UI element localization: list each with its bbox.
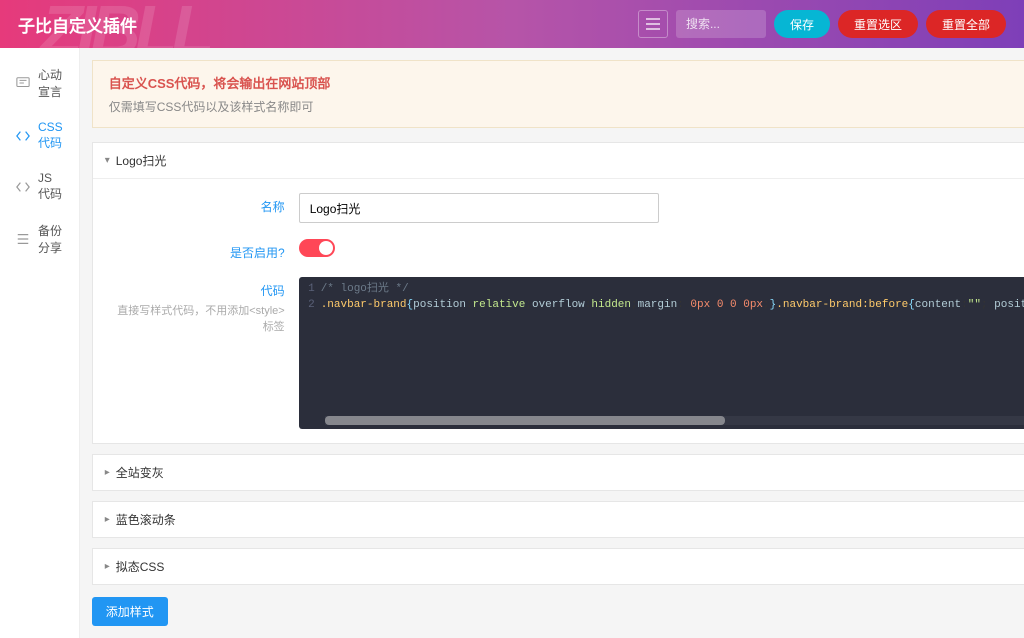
sidebar-item-label: 备份分享 [38, 222, 63, 256]
reset-section-button[interactable]: 重置选区 [838, 10, 918, 38]
chevron-down-icon: ▾ [105, 155, 110, 166]
notice-subtitle: 仅需填写CSS代码以及该样式名称即可 [109, 98, 1024, 115]
panel-blue-scrollbar: ▸ 蓝色滚动条 ⤢ ⧉ ✕ [92, 501, 1024, 538]
panel-logo-shine: ▾ Logo扫光 ⤢ ⧉ ✕ 名称 是否启用? [92, 142, 1024, 444]
panel-title: Logo扫光 [116, 152, 167, 169]
scrollbar-thumb[interactable] [325, 416, 725, 425]
sidebar: 心动宣言 CSS代码 JS代码 备份分享 [0, 48, 80, 638]
panel-header[interactable]: ▾ Logo扫光 ⤢ ⧉ ✕ [93, 143, 1024, 179]
sidebar-item-label: JS代码 [38, 171, 63, 202]
code-label: 代码 [109, 282, 285, 299]
code-icon [16, 129, 30, 143]
message-icon [16, 76, 30, 90]
sidebar-item-label: CSS代码 [38, 120, 63, 151]
notice-title: 自定义CSS代码，将会输出在网站顶部 [109, 73, 1024, 92]
list-icon [16, 232, 30, 246]
sidebar-item-label: 心动宣言 [38, 66, 63, 100]
panel-grayscale: ▸ 全站变灰 ⤢ ⧉ ✕ [92, 454, 1024, 491]
sidebar-item-css[interactable]: CSS代码 [0, 110, 79, 161]
chevron-right-icon: ▸ [105, 561, 110, 572]
panel-neumorphism: ▸ 拟态CSS ⤢ ⧉ ✕ [92, 548, 1024, 585]
name-input[interactable] [299, 193, 659, 223]
horizontal-scrollbar[interactable] [325, 416, 1024, 425]
chevron-right-icon: ▸ [105, 467, 110, 478]
app-title: 子比自定义插件 [18, 12, 137, 37]
code-hint: 直接写样式代码，不用添加<style>标签 [109, 302, 285, 334]
chevron-right-icon: ▸ [105, 514, 110, 525]
name-label: 名称 [109, 193, 299, 223]
panel-header[interactable]: ▸ 蓝色滚动条 ⤢ ⧉ ✕ [93, 502, 1024, 537]
panel-title: 蓝色滚动条 [116, 511, 176, 528]
enable-toggle[interactable] [299, 239, 335, 257]
add-style-button[interactable]: 添加样式 [92, 597, 168, 626]
panel-header[interactable]: ▸ 全站变灰 ⤢ ⧉ ✕ [93, 455, 1024, 490]
notice-box: 自定义CSS代码，将会输出在网站顶部 仅需填写CSS代码以及该样式名称即可 [92, 60, 1024, 128]
panel-header[interactable]: ▸ 拟态CSS ⤢ ⧉ ✕ [93, 549, 1024, 584]
code-icon [16, 180, 30, 194]
panel-title: 拟态CSS [116, 558, 165, 575]
code-editor[interactable]: 1/* logo扫光 */2.navbar-brand{position:rel… [299, 277, 1024, 429]
panel-title: 全站变灰 [116, 464, 164, 481]
menu-icon [646, 18, 660, 30]
sidebar-item-js[interactable]: JS代码 [0, 161, 79, 212]
reset-all-button[interactable]: 重置全部 [926, 10, 1006, 38]
sidebar-item-backup[interactable]: 备份分享 [0, 212, 79, 266]
sidebar-item-motto[interactable]: 心动宣言 [0, 56, 79, 110]
menu-button[interactable] [638, 10, 668, 38]
search-input[interactable] [676, 10, 766, 38]
save-button[interactable]: 保存 [774, 10, 830, 38]
enable-label: 是否启用? [109, 239, 299, 261]
